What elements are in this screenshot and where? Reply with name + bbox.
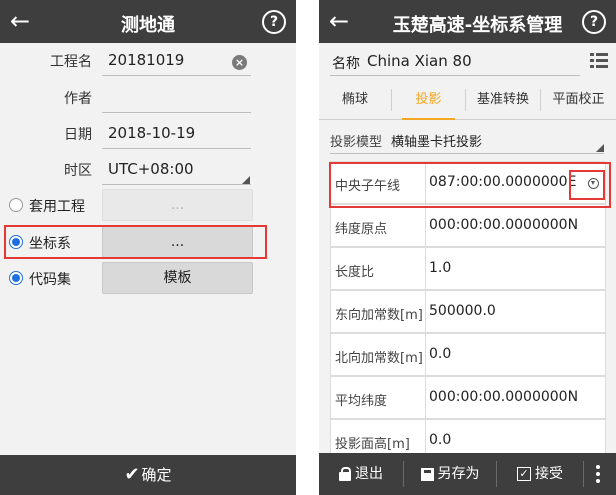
false-easting-label: 东向加常数[m] <box>335 308 423 323</box>
help-icon[interactable]: ? <box>262 10 286 34</box>
code-set-radio[interactable] <box>9 271 23 285</box>
left-title-bar: ← 测地通 ? <box>0 0 296 43</box>
checkbox-check-icon: ✓ <box>517 467 531 481</box>
apply-project-button[interactable]: ... <box>102 189 253 221</box>
left-screen: ← 测地通 ? 工程名 20181019 × 作者 日期 2018-10-19 … <box>0 0 296 495</box>
projection-model-label: 投影模型 <box>330 135 383 150</box>
false-easting-row: 东向加常数[m] 500000.0 <box>330 290 606 333</box>
name-underline <box>330 75 580 76</box>
right-title-bar: ← 玉楚高速-坐标系管理 ? <box>319 0 616 43</box>
check-icon: ✔ <box>124 464 140 485</box>
projection-height-input[interactable]: 0.0 <box>429 432 579 448</box>
dropdown-corner-icon <box>242 176 250 184</box>
accept-label: 接受 <box>535 466 563 482</box>
template-button[interactable]: 模板 <box>102 262 253 294</box>
clear-icon[interactable]: × <box>232 55 247 70</box>
false-northing-row: 北向加常数[m] 0.0 <box>330 333 606 376</box>
save-as-button[interactable]: 另存为 <box>404 453 496 495</box>
date-underline <box>102 148 251 149</box>
projection-model-underline <box>330 153 604 154</box>
highlight-box <box>4 225 267 259</box>
timezone-select[interactable]: UTC+08:00 <box>108 160 194 178</box>
average-latitude-row: 平均纬度 000:00:00.0000000N <box>330 376 606 419</box>
right-page-title: 玉楚高速-坐标系管理 <box>392 15 563 36</box>
author-underline <box>102 112 251 113</box>
scale-factor-input[interactable]: 1.0 <box>429 260 579 276</box>
right-bottom-bar: 退出 另存为 ✓ 接受 <box>319 453 616 495</box>
timezone-underline <box>102 184 251 185</box>
timezone-label: 时区 <box>64 163 92 179</box>
help-icon[interactable]: ? <box>582 10 606 34</box>
accept-button[interactable]: ✓ 接受 <box>497 453 583 495</box>
false-northing-input[interactable]: 0.0 <box>429 346 579 362</box>
name-row: 名称 China Xian 80 <box>319 43 616 78</box>
scale-factor-row: 长度比 1.0 <box>330 247 606 290</box>
latitude-origin-row: 纬度原点 000:00:00.0000000N <box>330 204 606 247</box>
name-label: 名称 <box>332 56 360 72</box>
latitude-origin-input[interactable]: 000:00:00.0000000N <box>429 217 604 233</box>
list-icon[interactable] <box>590 52 608 68</box>
tab-plane-correction[interactable]: 平面校正 <box>541 81 616 119</box>
average-latitude-label: 平均纬度 <box>335 394 388 409</box>
project-name-label: 工程名 <box>50 54 92 70</box>
apply-project-row: 套用工程 ... <box>0 189 296 221</box>
tab-projection[interactable]: 投影 <box>392 81 465 120</box>
more-vertical-icon[interactable] <box>596 465 600 483</box>
dropdown-corner-icon <box>596 144 604 152</box>
right-screen: ← 玉楚高速-坐标系管理 ? 名称 China Xian 80 椭球 投影 基准… <box>319 0 616 495</box>
projection-model-row[interactable]: 投影模型 横轴墨卡托投影 <box>319 122 616 156</box>
latitude-origin-label: 纬度原点 <box>335 222 388 237</box>
false-easting-input[interactable]: 500000.0 <box>429 303 579 319</box>
average-latitude-input[interactable]: 000:00:00.0000000N <box>429 389 604 405</box>
exit-label: 退出 <box>355 466 383 482</box>
project-name-input[interactable]: 20181019 <box>108 51 184 69</box>
name-input[interactable]: China Xian 80 <box>367 52 472 70</box>
date-row: 日期 2018-10-19 <box>0 116 296 152</box>
false-northing-label: 北向加常数[m] <box>335 351 423 366</box>
apply-project-radio[interactable] <box>9 198 23 212</box>
confirm-label: 确定 <box>141 466 172 484</box>
left-bottom-bar: ✔ 确定 <box>0 455 296 495</box>
lock-icon <box>339 467 351 481</box>
exit-button[interactable]: 退出 <box>319 453 403 495</box>
tab-datum-transform[interactable]: 基准转换 <box>466 81 540 119</box>
save-icon <box>420 467 434 481</box>
author-row: 作者 <box>0 80 296 116</box>
projection-model-select[interactable]: 横轴墨卡托投影 <box>391 131 482 150</box>
save-as-label: 另存为 <box>437 466 480 482</box>
code-set-row: 代码集 模板 <box>0 262 296 294</box>
date-label: 日期 <box>64 127 92 143</box>
scale-factor-label: 长度比 <box>335 265 375 280</box>
code-set-label: 代码集 <box>29 272 71 288</box>
apply-project-label: 套用工程 <box>29 199 85 215</box>
download-highlight-box <box>569 170 605 200</box>
tab-ellipsoid[interactable]: 椭球 <box>319 81 391 119</box>
confirm-button[interactable]: ✔ 确定 <box>0 455 296 495</box>
project-name-row: 工程名 20181019 × <box>0 43 296 79</box>
project-name-underline <box>102 75 251 76</box>
author-label: 作者 <box>64 91 92 107</box>
projection-height-label: 投影面高[m] <box>335 437 410 452</box>
left-page-title: 测地通 <box>121 15 175 36</box>
tab-bar: 椭球 投影 基准转换 平面校正 <box>319 81 616 120</box>
date-input[interactable]: 2018-10-19 <box>108 124 195 142</box>
timezone-row[interactable]: 时区 UTC+08:00 <box>0 152 296 188</box>
